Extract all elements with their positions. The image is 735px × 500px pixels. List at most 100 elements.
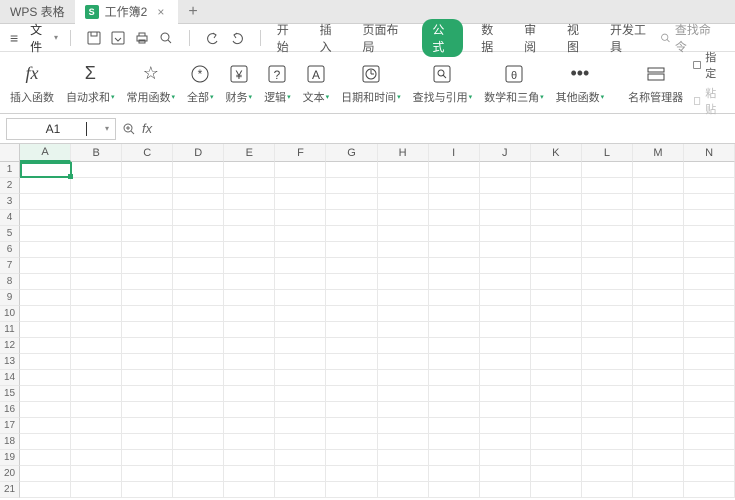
- cell[interactable]: [20, 370, 71, 386]
- cell[interactable]: [633, 226, 684, 242]
- cell[interactable]: [122, 354, 173, 370]
- finance-button[interactable]: ¥ 财务▾: [220, 52, 259, 113]
- cell[interactable]: [326, 338, 377, 354]
- cell[interactable]: [326, 194, 377, 210]
- cell[interactable]: [633, 306, 684, 322]
- cell[interactable]: [480, 418, 531, 434]
- ribbon-tab-6[interactable]: 视图: [563, 19, 592, 57]
- cell[interactable]: [378, 338, 429, 354]
- cell[interactable]: [684, 402, 735, 418]
- cell[interactable]: [378, 258, 429, 274]
- cell[interactable]: [20, 258, 71, 274]
- cell[interactable]: [684, 386, 735, 402]
- cell[interactable]: [531, 242, 582, 258]
- cell[interactable]: [531, 226, 582, 242]
- cell[interactable]: [378, 482, 429, 498]
- cell[interactable]: [582, 386, 633, 402]
- cell[interactable]: [582, 450, 633, 466]
- cell[interactable]: [582, 242, 633, 258]
- cell[interactable]: [326, 418, 377, 434]
- cell[interactable]: [480, 402, 531, 418]
- common-functions-button[interactable]: ☆ 常用函数▾: [121, 52, 182, 113]
- cell[interactable]: [173, 162, 224, 178]
- cell[interactable]: [173, 338, 224, 354]
- cell[interactable]: [684, 290, 735, 306]
- cell[interactable]: [633, 482, 684, 498]
- row-header[interactable]: 13: [0, 354, 20, 370]
- column-header[interactable]: J: [480, 144, 531, 162]
- cell[interactable]: [378, 226, 429, 242]
- cell[interactable]: [531, 370, 582, 386]
- cell[interactable]: [633, 466, 684, 482]
- cell[interactable]: [326, 434, 377, 450]
- cell[interactable]: [275, 370, 326, 386]
- cell[interactable]: [173, 434, 224, 450]
- cell[interactable]: [684, 322, 735, 338]
- cell[interactable]: [224, 338, 275, 354]
- cell[interactable]: [480, 194, 531, 210]
- cell[interactable]: [684, 194, 735, 210]
- insert-function-button[interactable]: fx 插入函数: [4, 52, 60, 113]
- zoom-icon[interactable]: [122, 122, 136, 136]
- save-icon[interactable]: [87, 31, 101, 45]
- document-tab[interactable]: S 工作簿2 ×: [75, 0, 179, 24]
- cell[interactable]: [71, 370, 122, 386]
- hamburger-icon[interactable]: ≡: [6, 30, 22, 46]
- cell[interactable]: [71, 450, 122, 466]
- cell[interactable]: [633, 194, 684, 210]
- cell[interactable]: [173, 322, 224, 338]
- cell[interactable]: [122, 338, 173, 354]
- cell[interactable]: [633, 242, 684, 258]
- cell[interactable]: [531, 274, 582, 290]
- cell[interactable]: [378, 434, 429, 450]
- file-menu[interactable]: 文件▾: [26, 21, 62, 55]
- undo-icon[interactable]: [206, 31, 220, 45]
- cell[interactable]: [684, 226, 735, 242]
- cells-area[interactable]: [20, 162, 735, 498]
- ribbon-tab-1[interactable]: 插入: [316, 19, 345, 57]
- cell[interactable]: [633, 418, 684, 434]
- cell[interactable]: [275, 226, 326, 242]
- cell[interactable]: [684, 210, 735, 226]
- cell[interactable]: [582, 258, 633, 274]
- cell[interactable]: [429, 162, 480, 178]
- cell[interactable]: [224, 290, 275, 306]
- cell[interactable]: [582, 482, 633, 498]
- cell[interactable]: [173, 290, 224, 306]
- redo-icon[interactable]: [230, 31, 244, 45]
- cell[interactable]: [480, 386, 531, 402]
- cell[interactable]: [684, 434, 735, 450]
- cell[interactable]: [582, 290, 633, 306]
- cell[interactable]: [275, 338, 326, 354]
- cell[interactable]: [275, 418, 326, 434]
- cell[interactable]: [378, 418, 429, 434]
- column-header[interactable]: C: [122, 144, 173, 162]
- cell[interactable]: [684, 450, 735, 466]
- cell[interactable]: [531, 290, 582, 306]
- cell[interactable]: [71, 434, 122, 450]
- cell[interactable]: [633, 210, 684, 226]
- cell[interactable]: [71, 290, 122, 306]
- row-header[interactable]: 21: [0, 482, 20, 498]
- cell[interactable]: [633, 402, 684, 418]
- cell[interactable]: [224, 306, 275, 322]
- logic-button[interactable]: ? 逻辑▾: [258, 52, 297, 113]
- cell[interactable]: [480, 370, 531, 386]
- ribbon-tab-3[interactable]: 公式: [422, 19, 463, 57]
- cell[interactable]: [531, 354, 582, 370]
- cell[interactable]: [378, 306, 429, 322]
- cell[interactable]: [480, 162, 531, 178]
- cell[interactable]: [71, 322, 122, 338]
- cell[interactable]: [71, 274, 122, 290]
- chevron-down-icon[interactable]: ▾: [105, 124, 109, 133]
- cell[interactable]: [275, 306, 326, 322]
- cell[interactable]: [20, 194, 71, 210]
- cell[interactable]: [326, 274, 377, 290]
- cell[interactable]: [224, 450, 275, 466]
- row-header[interactable]: 9: [0, 290, 20, 306]
- cell[interactable]: [224, 370, 275, 386]
- cell[interactable]: [173, 354, 224, 370]
- assign-button[interactable]: 指定: [693, 49, 720, 81]
- cell[interactable]: [122, 386, 173, 402]
- cell[interactable]: [20, 418, 71, 434]
